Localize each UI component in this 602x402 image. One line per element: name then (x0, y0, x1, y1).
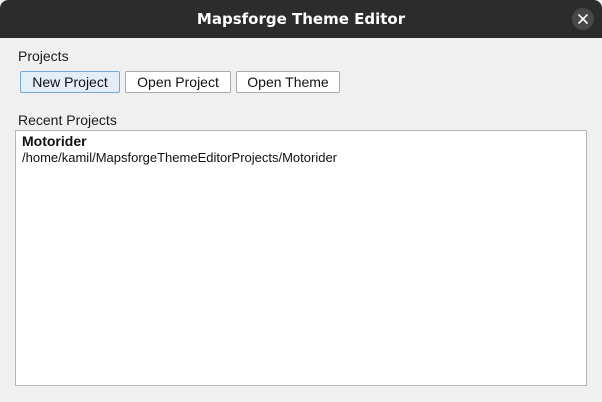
editor-window: Mapsforge Theme Editor Projects New Proj… (0, 0, 602, 402)
recent-project-item[interactable]: Motorider /home/kamil/MapsforgeThemeEdit… (22, 133, 337, 165)
projects-label: Projects (18, 48, 69, 64)
recent-projects-label: Recent Projects (18, 112, 117, 128)
new-project-button[interactable]: New Project (20, 71, 120, 93)
open-theme-button[interactable]: Open Theme (236, 71, 340, 93)
recent-project-path: /home/kamil/MapsforgeThemeEditorProjects… (22, 150, 338, 165)
recent-projects-list[interactable]: Motorider /home/kamil/MapsforgeThemeEdit… (15, 130, 587, 386)
open-project-button[interactable]: Open Project (125, 71, 231, 93)
close-icon (578, 14, 588, 24)
close-button[interactable] (572, 8, 594, 30)
window-title: Mapsforge Theme Editor (196, 10, 406, 28)
title-bar[interactable]: Mapsforge Theme Editor (0, 0, 602, 38)
recent-project-name: Motorider (22, 133, 87, 149)
